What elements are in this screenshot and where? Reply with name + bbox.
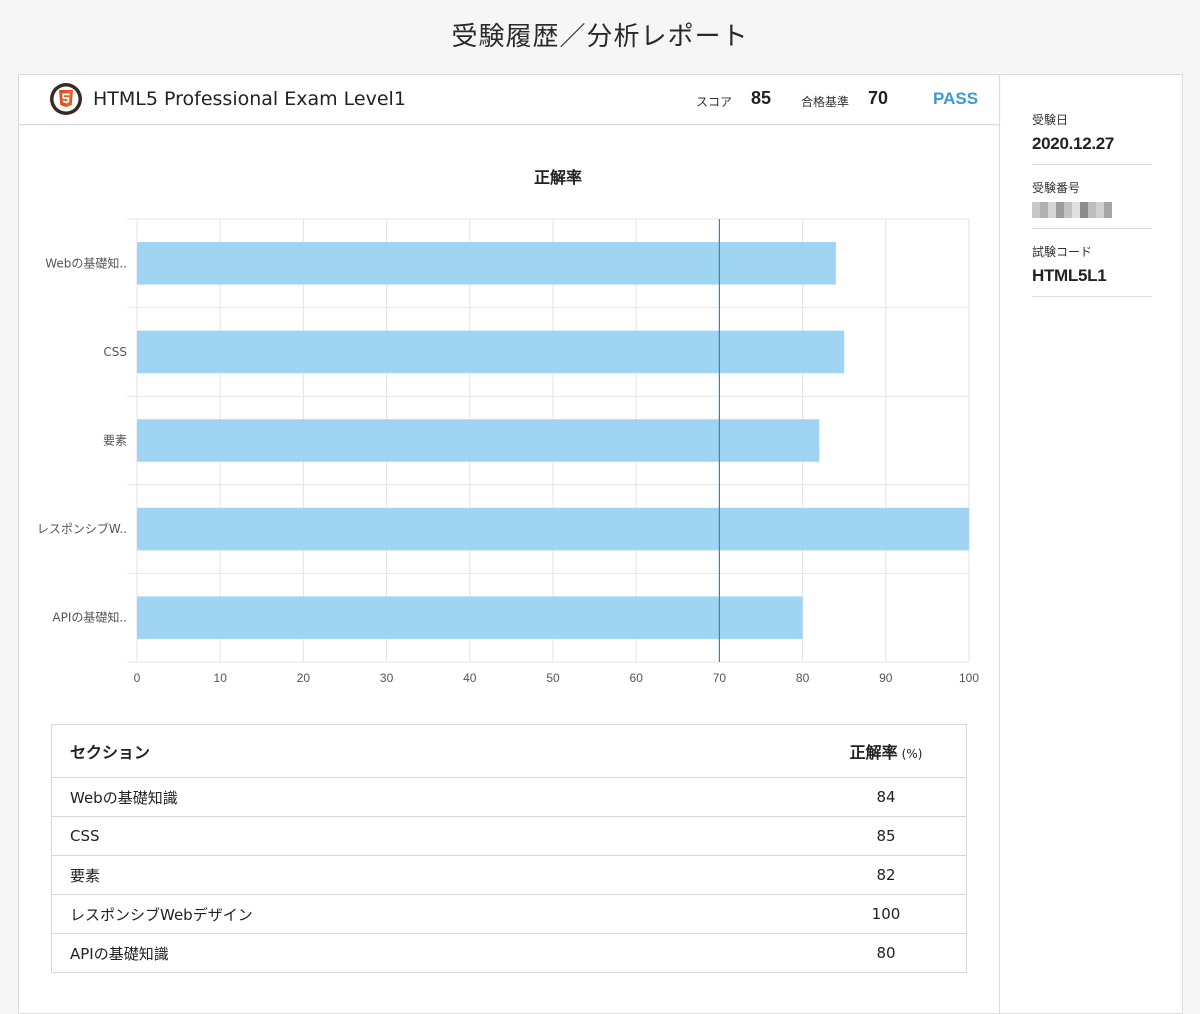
table-row: APIの基礎知識 80 (52, 933, 966, 972)
table-cell-section: Webの基礎知識 (70, 788, 178, 807)
exam-number: 受験番号 (1032, 179, 1152, 229)
table-cell-rate: 84 (876, 788, 896, 806)
x-tick-label: 0 (134, 671, 141, 685)
x-tick-label: 80 (796, 671, 810, 685)
table-cell-section: APIの基礎知識 (70, 944, 169, 963)
x-tick-label: 30 (380, 671, 394, 685)
table-row: Webの基礎知識 84 (52, 777, 966, 816)
bar (137, 596, 803, 639)
exam-code-label: 試験コード (1032, 245, 1093, 259)
chart-area: 正解率 0 10 20 30 40 50 60 70 80 90 100 Webの基礎知.. CSS 要素レ… (19, 125, 1000, 725)
score-value: 85 (751, 88, 772, 108)
table-cell-rate: 100 (871, 905, 901, 923)
exam-code-value: HTML5L1 (1032, 266, 1107, 285)
x-tick-label: 90 (879, 671, 893, 685)
bar (137, 242, 836, 285)
exam-date-value: 2020.12.27 (1032, 134, 1115, 153)
header-section: セクション (70, 743, 151, 762)
x-tick-label: 10 (214, 671, 228, 685)
x-tick-label: 100 (959, 671, 979, 685)
header-rate-label: 正解率 (849, 743, 898, 762)
exam-header: HTML5 Professional Exam Level1 スコア 85 合格… (19, 75, 1000, 125)
bar (137, 330, 845, 374)
table-cell-section: 要素 (70, 866, 101, 885)
y-category-label: 要素 (103, 434, 127, 448)
header-rate-unit: (%) (901, 747, 923, 761)
x-tick-label: 40 (463, 671, 477, 685)
table-cell-rate: 80 (876, 944, 896, 962)
chart-title: 正解率 (534, 168, 582, 187)
accuracy-chart: 正解率 0 10 20 30 40 50 60 70 80 90 100 Webの基礎知.. CSS 要素レ… (37, 168, 979, 685)
exam-date-label: 受験日 (1032, 113, 1069, 127)
page-title: 受験履歴／分析レポート (451, 22, 749, 52)
exam-code: 試験コード HTML5L1 (1032, 243, 1152, 297)
y-category-label: レスポンシブW.. (37, 521, 127, 536)
table-row: CSS 85 (52, 816, 966, 855)
table-cell-section: レスポンシブWebデザイン (70, 905, 253, 924)
bar (137, 507, 969, 551)
threshold-label: 合格基準 (801, 95, 850, 109)
report-card: HTML5 Professional Exam Level1 スコア 85 合格… (18, 74, 1183, 1014)
y-category-label: APIの基礎知.. (52, 611, 127, 625)
exam-info-sidebar: 受験日 2020.12.27 受験番号 試験コード HTML5L1 (1032, 111, 1152, 311)
exam-date: 受験日 2020.12.27 (1032, 111, 1152, 165)
bar (137, 419, 820, 462)
section-table: セクション 正解率 (%) Webの基礎知識 84 CSS 85 要素 82 レス… (51, 724, 967, 973)
table-cell-section: CSS (70, 827, 100, 845)
result-badge: PASS (933, 89, 979, 108)
x-tick-label: 20 (297, 671, 311, 685)
y-category-label: CSS (103, 345, 127, 359)
exam-number-label: 受験番号 (1032, 181, 1081, 195)
html5-logo-icon (50, 83, 82, 115)
table-cell-rate: 82 (876, 866, 896, 884)
x-tick-label: 70 (713, 671, 727, 685)
table-header: セクション 正解率 (%) (52, 725, 966, 777)
x-tick-label: 60 (630, 671, 644, 685)
exam-name: HTML5 Professional Exam Level1 (93, 88, 406, 110)
table-row: レスポンシブWebデザイン 100 (52, 894, 966, 933)
score-label: スコア (696, 95, 733, 109)
table-row: 要素 82 (52, 855, 966, 894)
x-tick-label: 50 (546, 671, 560, 685)
threshold-value: 70 (868, 88, 889, 108)
exam-number-redacted (1032, 202, 1152, 218)
table-cell-rate: 85 (876, 827, 896, 845)
header-rate: 正解率 (%) (806, 739, 966, 763)
report-main: HTML5 Professional Exam Level1 スコア 85 合格… (19, 75, 1000, 1013)
y-category-label: Webの基礎知.. (45, 256, 127, 270)
